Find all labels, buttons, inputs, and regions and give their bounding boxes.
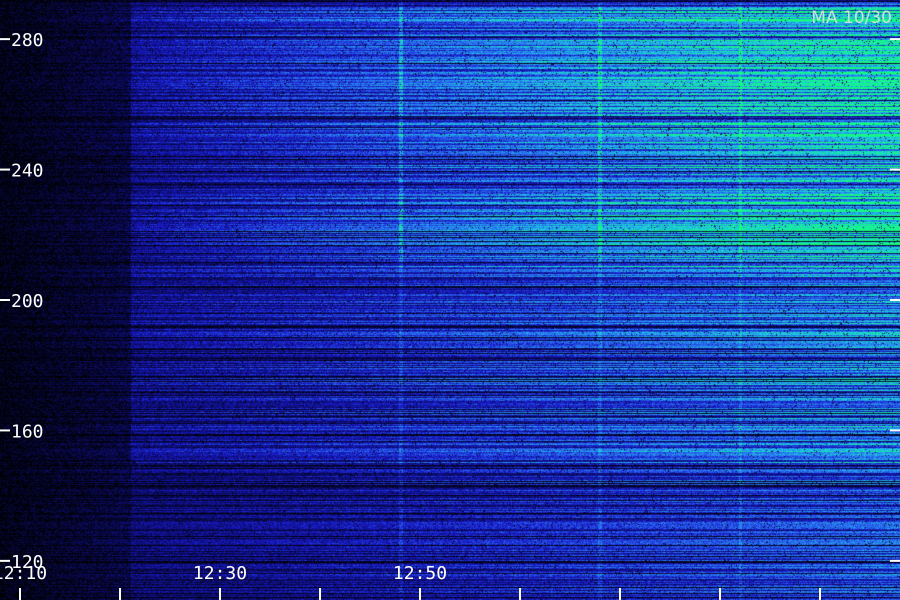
chart-overlay: 280240200160120 12:1012:3012:50 MA 10/30 — [0, 8, 900, 600]
y-tick-label: 280 — [11, 30, 44, 51]
x-tick-label: 12:50 — [393, 563, 447, 584]
y-axis-left: 280240200160120 — [0, 30, 44, 573]
x-tick-label: 12:10 — [0, 563, 47, 584]
y-tick-label: 200 — [11, 291, 44, 312]
station-label: MA 10/30 — [811, 8, 892, 28]
x-axis: 12:10 12:30 12:50 — [0, 563, 821, 600]
y-tick-label: 240 — [11, 161, 44, 182]
y-tick-label: 160 — [11, 421, 44, 442]
x-tick-label: 12:30 — [193, 563, 247, 584]
y-axis-right — [890, 38, 900, 562]
